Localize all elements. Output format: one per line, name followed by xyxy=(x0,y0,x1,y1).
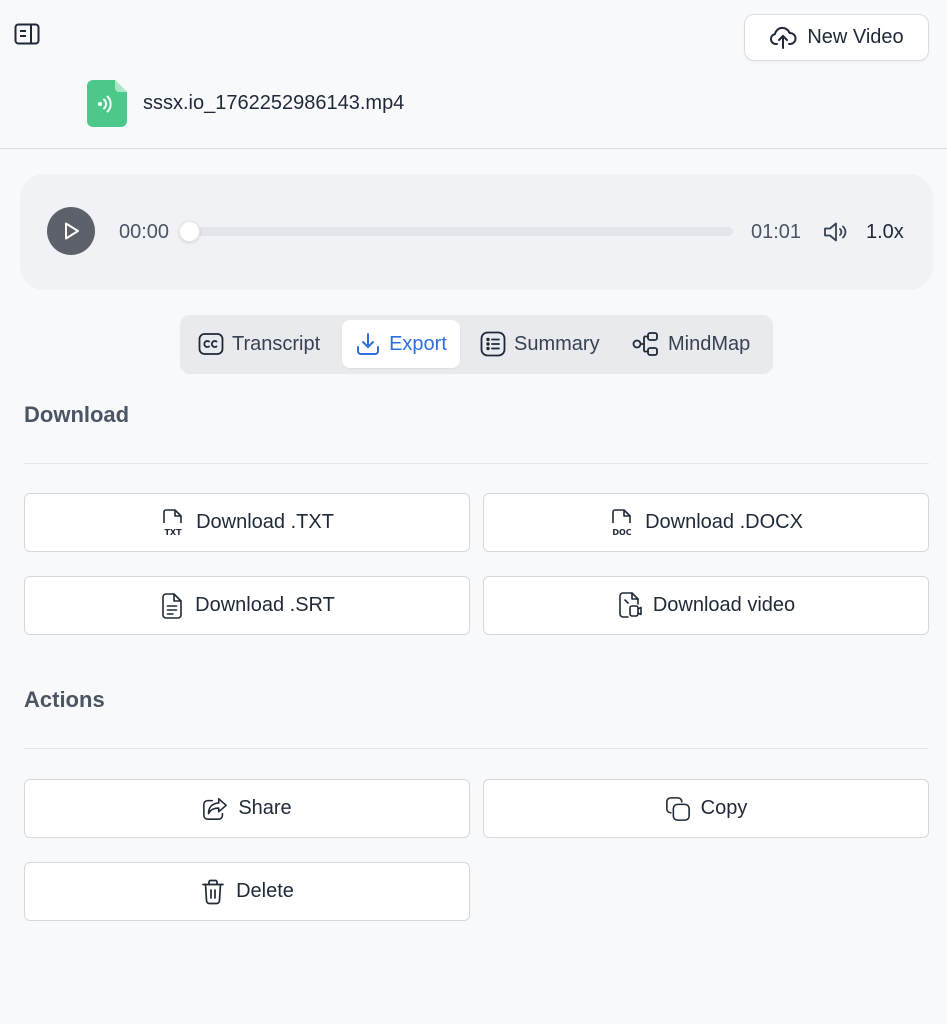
tab-label: Export xyxy=(389,332,447,355)
audio-file-icon xyxy=(87,80,127,127)
tab-mindmap[interactable]: MindMap xyxy=(624,320,758,368)
button-label: Delete xyxy=(236,880,294,902)
button-label: Copy xyxy=(700,797,748,819)
progress-thumb[interactable] xyxy=(179,221,200,242)
download-txt-button[interactable]: TXT Download .TXT xyxy=(24,493,470,552)
tab-label: MindMap xyxy=(668,332,751,355)
volume-icon xyxy=(822,219,850,245)
copy-button[interactable]: Copy xyxy=(483,779,929,838)
sidebar-toggle-icon xyxy=(14,23,40,45)
sidebar-toggle-button[interactable] xyxy=(12,20,42,48)
svg-text:TXT: TXT xyxy=(165,528,183,537)
header-divider xyxy=(0,148,947,149)
current-time: 00:00 xyxy=(119,221,170,243)
closed-caption-icon xyxy=(198,332,224,356)
new-video-label: New Video xyxy=(807,26,904,48)
mindmap-icon xyxy=(632,331,660,357)
share-button[interactable]: Share xyxy=(24,779,470,838)
download-divider xyxy=(24,463,929,464)
button-label: Download .SRT xyxy=(195,594,335,616)
txt-file-icon: TXT xyxy=(160,508,186,537)
tab-export[interactable]: Export xyxy=(342,320,460,368)
tab-transcript[interactable]: Transcript xyxy=(190,320,328,368)
tab-label: Transcript xyxy=(232,332,321,355)
volume-button[interactable] xyxy=(822,219,850,245)
cloud-upload-icon xyxy=(769,26,797,50)
total-time: 01:01 xyxy=(751,221,802,243)
file-name: sssx.io_1762252986143.mp4 xyxy=(143,92,405,114)
copy-icon xyxy=(665,796,691,822)
download-docx-button[interactable]: DOC Download .DOCX xyxy=(483,493,929,552)
button-label: Download .DOCX xyxy=(645,511,803,533)
download-icon xyxy=(355,331,381,357)
play-button[interactable] xyxy=(47,207,95,255)
button-label: Download video xyxy=(652,594,796,616)
delete-button[interactable]: Delete xyxy=(24,862,470,921)
playback-speed-button[interactable]: 1.0x xyxy=(866,220,904,244)
download-video-button[interactable]: Download video xyxy=(483,576,929,635)
tab-summary[interactable]: Summary xyxy=(472,320,608,368)
button-label: Download .TXT xyxy=(196,511,334,533)
progress-bar[interactable] xyxy=(188,227,733,236)
share-icon xyxy=(202,796,228,822)
trash-icon xyxy=(200,879,226,905)
download-srt-button[interactable]: Download .SRT xyxy=(24,576,470,635)
actions-divider xyxy=(24,748,929,749)
svg-text:DOC: DOC xyxy=(612,528,631,537)
video-file-icon xyxy=(617,591,643,619)
tab-label: Summary xyxy=(514,332,600,355)
actions-section-title: Actions xyxy=(24,687,105,712)
button-label: Share xyxy=(238,797,292,819)
list-icon xyxy=(480,331,506,357)
srt-file-icon xyxy=(159,592,185,619)
play-icon xyxy=(60,220,82,242)
new-video-button[interactable]: New Video xyxy=(744,14,929,61)
download-section-title: Download xyxy=(24,402,130,427)
doc-file-icon: DOC xyxy=(609,508,635,537)
tab-bar: Transcript Export Summary MindMap xyxy=(180,315,773,374)
